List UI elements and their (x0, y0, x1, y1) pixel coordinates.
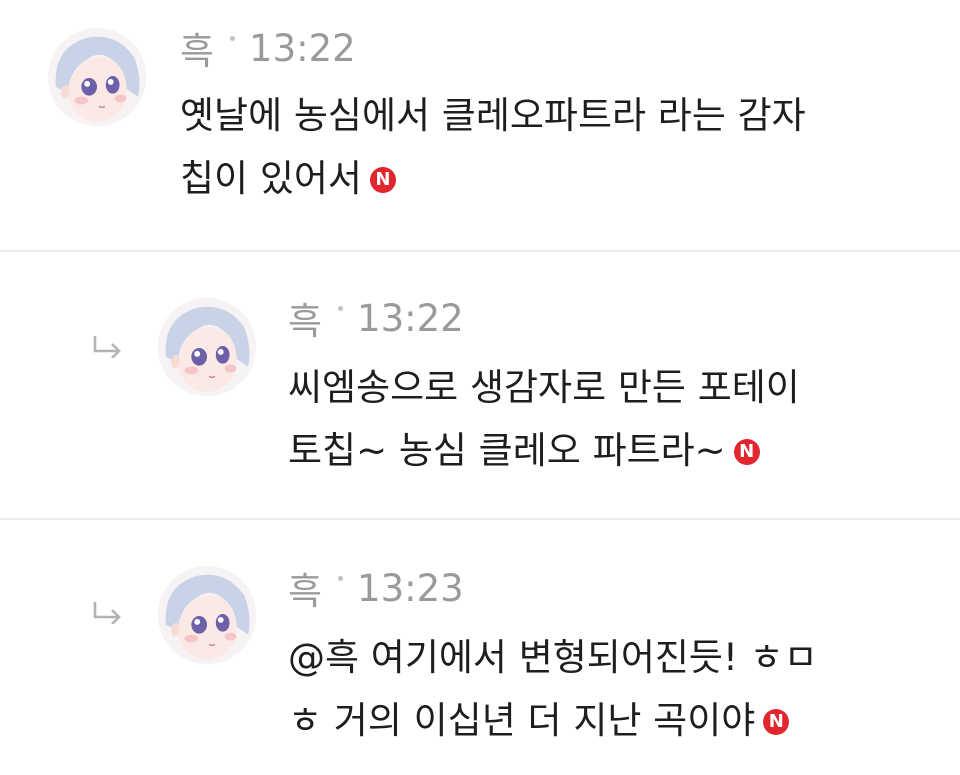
comment-body: 옛날에 농심에서 클레오파트라 라는 감자 칩이 있어서 N (180, 84, 806, 210)
author-name[interactable]: 흑 (288, 291, 322, 345)
comment-meta: 흑 13:22 (288, 291, 464, 345)
avatar[interactable] (158, 566, 256, 664)
avatar[interactable] (48, 28, 146, 126)
comment-reply-item: 흑 13:22 씨엠송으로 생감자로 만든 포테이 토칩~ 농심 클레오 파트라… (0, 252, 960, 518)
comment-line-with-badge: 토칩~ 농심 클레오 파트라~ N (288, 419, 800, 482)
comment-body: @흑 여기에서 변형되어진듯! ㅎㅁ ㅎ 거의 이십년 더 지난 곡이야 N (288, 626, 818, 752)
comment-line: 칩이 있어서 (180, 157, 362, 200)
comment-body: 씨엠송으로 생감자로 만든 포테이 토칩~ 농심 클레오 파트라~ N (288, 356, 800, 482)
timestamp: 13:22 (249, 26, 356, 70)
new-badge-icon: N (369, 167, 396, 193)
avatar-illustration-icon (48, 28, 146, 126)
timestamp: 13:22 (357, 296, 464, 340)
reply-arrow-icon (93, 602, 121, 624)
avatar[interactable] (158, 298, 256, 396)
comment-line: @흑 여기에서 변형되어진듯! ㅎㅁ (288, 636, 818, 679)
comment-item: 흑 13:22 옛날에 농심에서 클레오파트라 라는 감자 칩이 있어서 N (0, 0, 960, 250)
comment-line: 옛날에 농심에서 클레오파트라 라는 감자 (180, 94, 806, 137)
comment-meta: 흑 13:22 (180, 21, 356, 75)
timestamp: 13:23 (357, 566, 464, 610)
separator-dot (230, 35, 236, 41)
comment-meta: 흑 13:23 (288, 561, 464, 615)
avatar-illustration-icon (158, 298, 256, 396)
separator-dot (338, 575, 344, 581)
comment-reply-item: 흑 13:23 @흑 여기에서 변형되어진듯! ㅎㅁ ㅎ 거의 이십년 더 지난… (0, 520, 960, 775)
comment-line: ㅎ 거의 이십년 더 지난 곡이야 (288, 699, 756, 742)
avatar-illustration-icon (158, 566, 256, 664)
reply-arrow-icon (93, 336, 121, 358)
new-badge-icon: N (733, 439, 760, 465)
comment-line: 씨엠송으로 생감자로 만든 포테이 (288, 366, 800, 409)
comment-line-with-badge: ㅎ 거의 이십년 더 지난 곡이야 N (288, 689, 818, 752)
author-name[interactable]: 흑 (180, 21, 214, 75)
separator-dot (338, 305, 344, 311)
comment-line: 토칩~ 농심 클레오 파트라~ (288, 429, 726, 472)
author-name[interactable]: 흑 (288, 561, 322, 615)
comment-line-with-badge: 칩이 있어서 N (180, 147, 806, 210)
new-badge-icon: N (763, 709, 790, 735)
